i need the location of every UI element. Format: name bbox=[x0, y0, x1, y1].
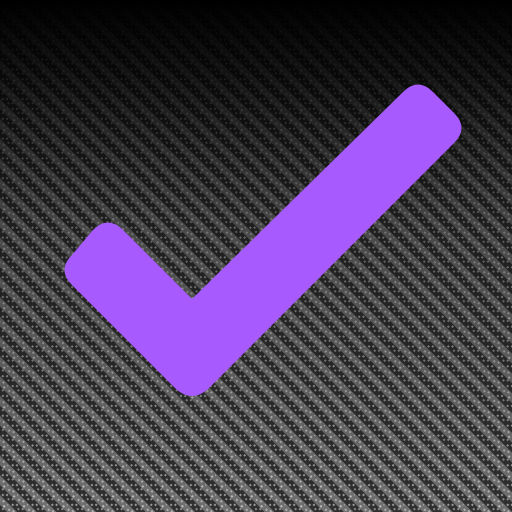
checkmark-shape bbox=[64, 84, 462, 396]
app-icon[interactable] bbox=[0, 0, 512, 512]
checkmark-icon bbox=[64, 84, 462, 396]
